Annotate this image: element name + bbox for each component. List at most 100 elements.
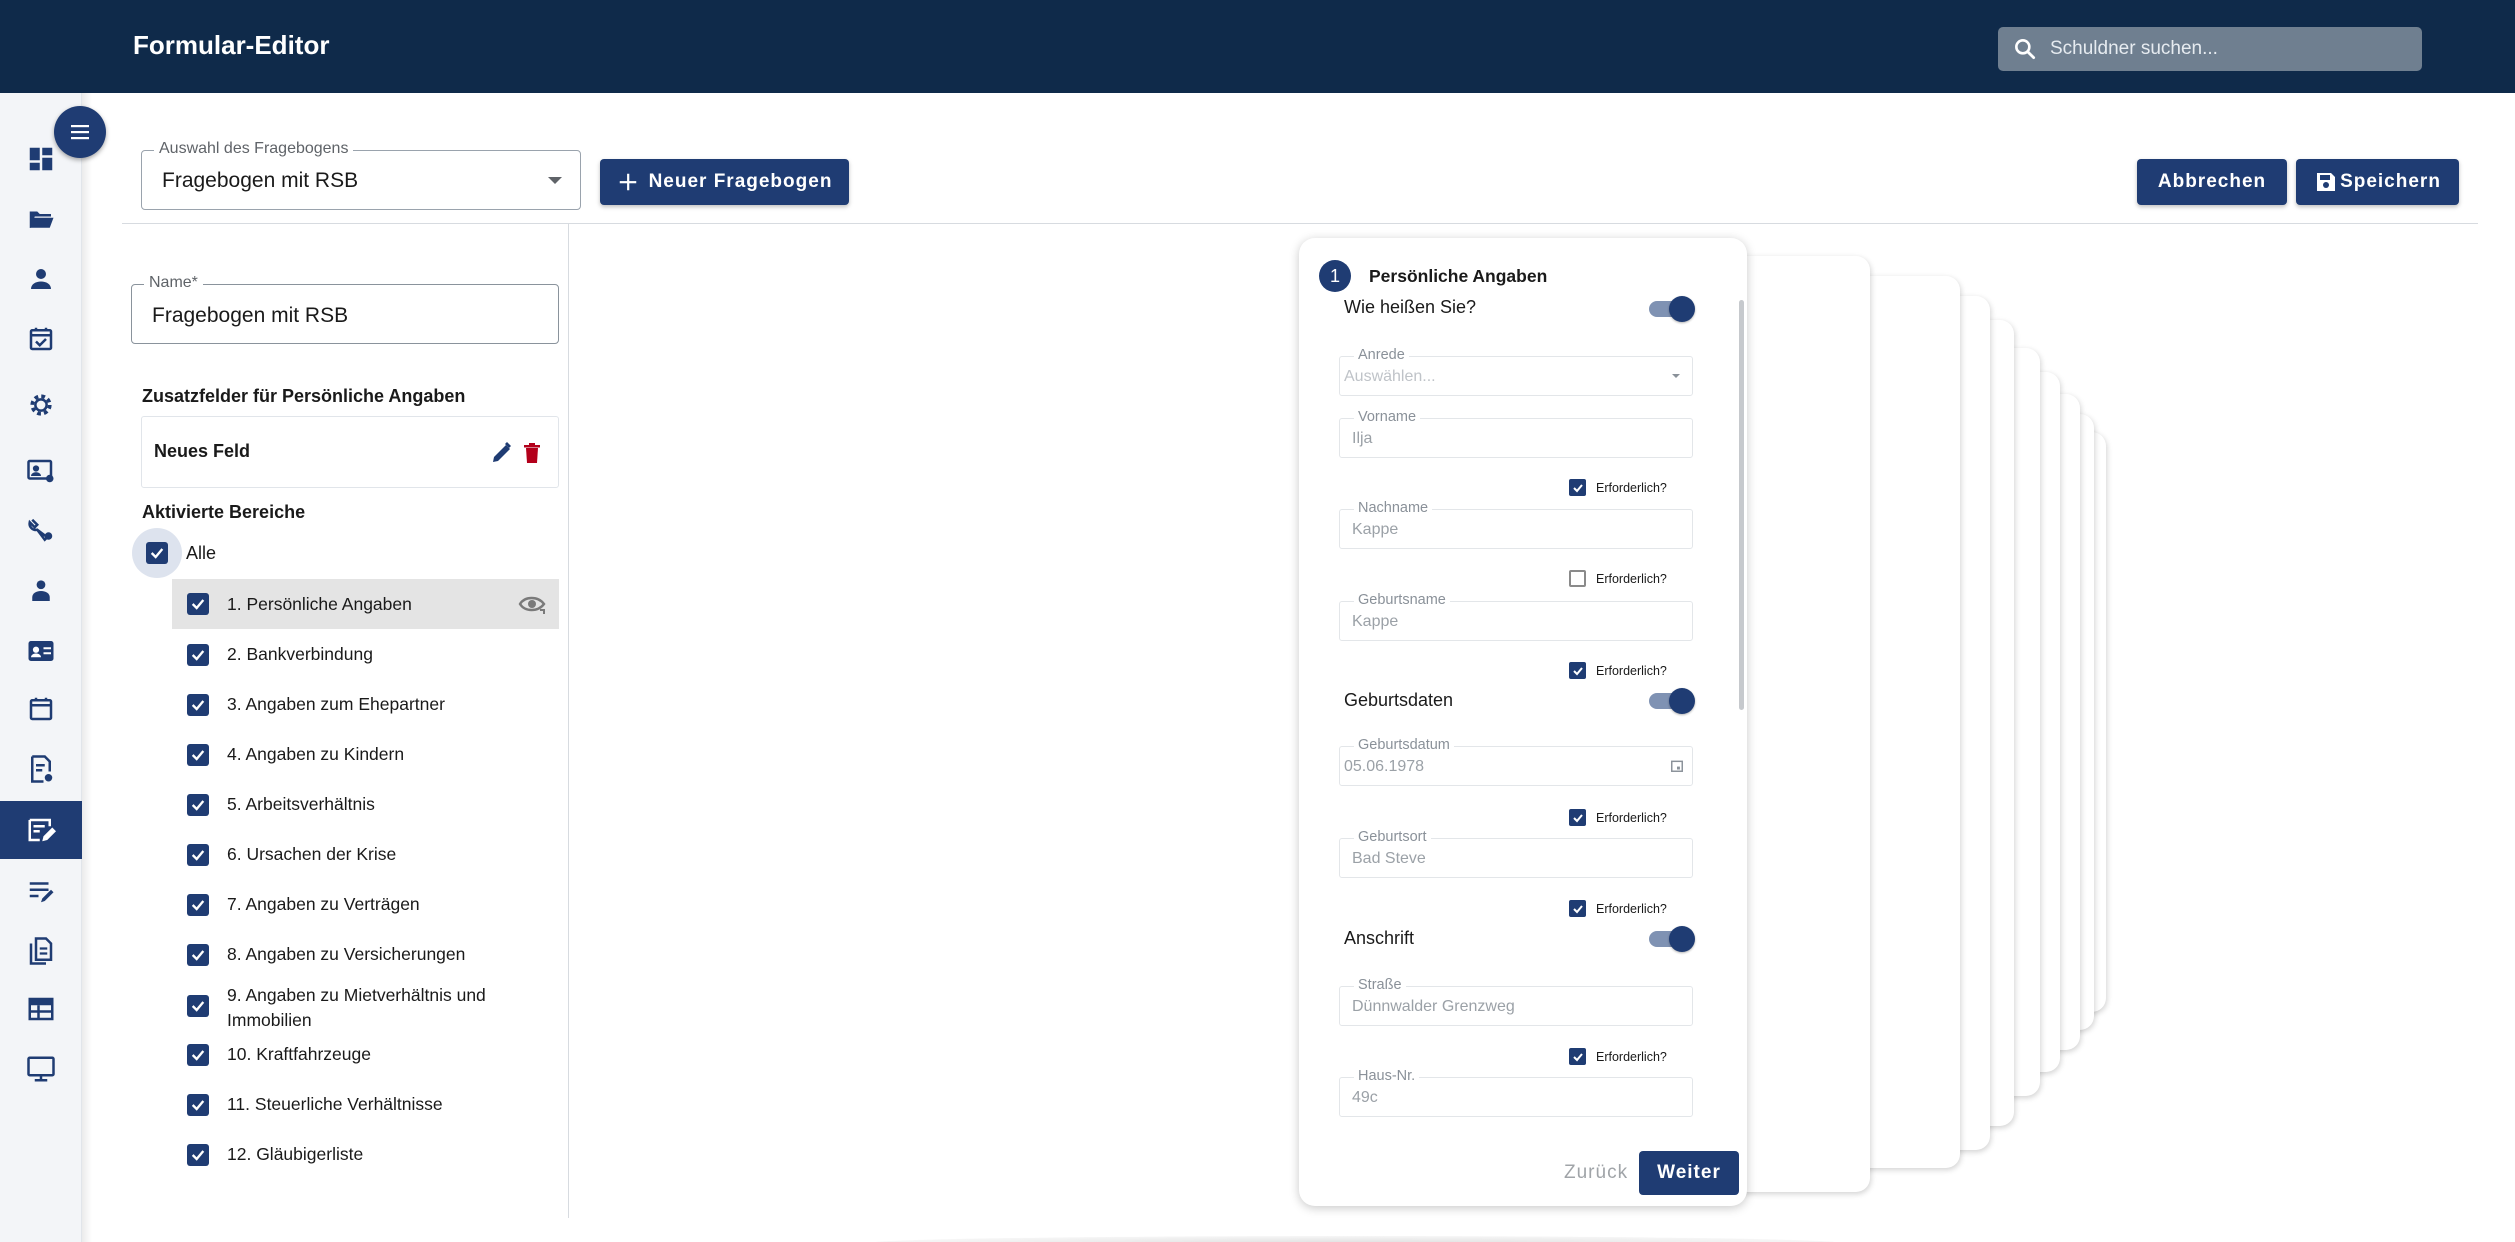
back-button[interactable]: Zurück xyxy=(1564,1162,1628,1184)
nav-notes[interactable] xyxy=(0,862,82,920)
area-checkbox[interactable] xyxy=(187,643,209,666)
name-field-value: Fragebogen mit RSB xyxy=(152,304,349,327)
area-label: 3. Angaben zum Ehepartner xyxy=(227,694,445,714)
nav-monitor[interactable] xyxy=(0,1040,82,1098)
area-checkbox[interactable] xyxy=(187,1143,209,1166)
area-item[interactable]: 8. Angaben zu Versicherungen xyxy=(172,943,559,966)
step-number: 1 xyxy=(1319,260,1351,292)
area-checkbox[interactable] xyxy=(187,843,209,866)
group-toggle[interactable] xyxy=(1649,296,1695,322)
anrede-select[interactable]: Anrede Auswählen... xyxy=(1339,347,1693,396)
panel-divider xyxy=(568,224,569,1218)
visibility-icon[interactable] xyxy=(518,592,548,616)
required-checkbox[interactable] xyxy=(1569,900,1586,917)
nav-documents[interactable] xyxy=(0,922,82,980)
select-all-checkbox[interactable] xyxy=(132,528,182,578)
area-item[interactable]: 11. Steuerliche Verhältnisse xyxy=(172,1093,559,1116)
required-checkbox[interactable] xyxy=(1569,570,1586,587)
area-label: 1. Persönliche Angaben xyxy=(227,593,412,614)
area-checkbox[interactable] xyxy=(187,593,209,615)
area-label: 2. Bankverbindung xyxy=(227,644,373,664)
field-value: Kappe xyxy=(1352,613,1399,630)
vorname-field[interactable]: Vorname Ilja xyxy=(1339,409,1693,458)
required-toggle[interactable]: Erforderlich? xyxy=(1569,479,1667,496)
area-checkbox[interactable] xyxy=(187,893,209,916)
area-label: 12. Gläubigerliste xyxy=(227,1144,364,1164)
nav-settings[interactable] xyxy=(0,376,82,434)
area-checkbox[interactable] xyxy=(187,943,209,966)
geburtsort-field[interactable]: Geburtsort Bad Steve xyxy=(1339,829,1693,878)
calendar-icon[interactable] xyxy=(1670,759,1684,773)
contact-card-icon xyxy=(28,641,54,661)
new-questionnaire-button[interactable]: Neuer Fragebogen xyxy=(600,159,849,205)
preview-scrollbar[interactable] xyxy=(1739,300,1744,710)
app-title: Formular-Editor xyxy=(133,30,330,60)
gear-icon xyxy=(30,394,52,416)
required-checkbox[interactable] xyxy=(1569,662,1586,679)
required-checkbox[interactable] xyxy=(1569,809,1586,826)
area-item[interactable]: 4. Angaben zu Kindern xyxy=(172,743,559,766)
delete-field-button[interactable] xyxy=(518,439,546,467)
required-checkbox[interactable] xyxy=(1569,1048,1586,1065)
area-checkbox[interactable] xyxy=(187,1093,209,1116)
area-item[interactable]: 12. Gläubigerliste xyxy=(172,1143,559,1166)
hausnr-field[interactable]: Haus-Nr. 49c xyxy=(1339,1068,1693,1117)
required-toggle[interactable]: Erforderlich? xyxy=(1569,900,1667,917)
geburtsname-field[interactable]: Geburtsname Kappe xyxy=(1339,592,1693,641)
area-item[interactable]: 10. Kraftfahrzeuge xyxy=(172,1043,559,1066)
area-item[interactable]: 1. Persönliche Angaben xyxy=(172,579,559,629)
nav-table[interactable] xyxy=(0,980,82,1038)
nav-person[interactable] xyxy=(0,250,82,308)
debtor-search[interactable] xyxy=(1998,27,2422,71)
area-item[interactable]: 2. Bankverbindung xyxy=(172,643,559,666)
trash-icon xyxy=(524,443,540,463)
name-field[interactable]: Name* Fragebogen mit RSB xyxy=(131,274,559,344)
top-app-bar: Formular-Editor xyxy=(0,0,2515,93)
nav-contacts[interactable] xyxy=(0,622,82,680)
area-checkbox[interactable] xyxy=(187,743,209,766)
geburtsdatum-field[interactable]: Geburtsdatum 05.06.1978 xyxy=(1339,737,1693,786)
field-label: Geburtsname xyxy=(1354,592,1450,608)
nav-files[interactable] xyxy=(0,190,82,248)
nachname-field[interactable]: Nachname Kappe xyxy=(1339,500,1693,549)
area-item[interactable]: 9. Angaben zu Mietverhältnis und Immobil… xyxy=(172,985,559,1030)
strasse-field[interactable]: Straße Dünnwalder Grenzweg xyxy=(1339,977,1693,1026)
select-all-row[interactable]: Alle xyxy=(132,528,216,578)
area-checkbox[interactable] xyxy=(187,693,209,716)
nav-calendar[interactable] xyxy=(0,680,82,738)
questionnaire-select-value: Fragebogen mit RSB xyxy=(162,169,359,192)
pencil-icon xyxy=(493,442,511,462)
required-toggle[interactable]: Erforderlich? xyxy=(1569,809,1667,826)
required-toggle[interactable]: Erforderlich? xyxy=(1569,570,1667,587)
area-checkbox[interactable] xyxy=(187,994,209,1017)
area-checkbox[interactable] xyxy=(187,1043,209,1066)
required-toggle[interactable]: Erforderlich? xyxy=(1569,662,1667,679)
cancel-button[interactable]: Abbrechen xyxy=(2137,159,2287,205)
area-item[interactable]: 5. Arbeitsverhältnis xyxy=(172,793,559,816)
area-item[interactable]: 7. Angaben zu Verträgen xyxy=(172,893,559,916)
field-value: Ilja xyxy=(1352,430,1373,447)
toolbar-divider xyxy=(122,223,2478,224)
nav-contact-settings[interactable] xyxy=(0,442,82,500)
group-toggle[interactable] xyxy=(1649,688,1695,714)
required-checkbox[interactable] xyxy=(1569,479,1586,496)
nav-supervisor[interactable] xyxy=(0,562,82,620)
required-label: Erforderlich? xyxy=(1596,901,1667,916)
nav-document-settings[interactable] xyxy=(0,740,82,798)
nav-tools[interactable] xyxy=(0,502,82,560)
area-checkbox[interactable] xyxy=(187,793,209,816)
search-input[interactable] xyxy=(2050,38,2410,60)
save-button[interactable]: Speichern xyxy=(2296,159,2459,205)
required-toggle[interactable]: Erforderlich? xyxy=(1569,1048,1667,1065)
next-button[interactable]: Weiter xyxy=(1639,1151,1739,1195)
edit-field-button[interactable] xyxy=(488,439,516,467)
area-item[interactable]: 3. Angaben zum Ehepartner xyxy=(172,693,559,716)
nav-form-editor[interactable] xyxy=(0,801,82,859)
questionnaire-select[interactable]: Auswahl des Fragebogens Fragebogen mit R… xyxy=(141,140,581,210)
nav-tasks[interactable] xyxy=(0,310,82,368)
area-label: 6. Ursachen der Krise xyxy=(227,844,397,864)
select-all-label: Alle xyxy=(186,542,217,563)
area-item[interactable]: 6. Ursachen der Krise xyxy=(172,843,559,866)
group-toggle[interactable] xyxy=(1649,926,1695,952)
menu-toggle-button[interactable] xyxy=(54,106,106,158)
